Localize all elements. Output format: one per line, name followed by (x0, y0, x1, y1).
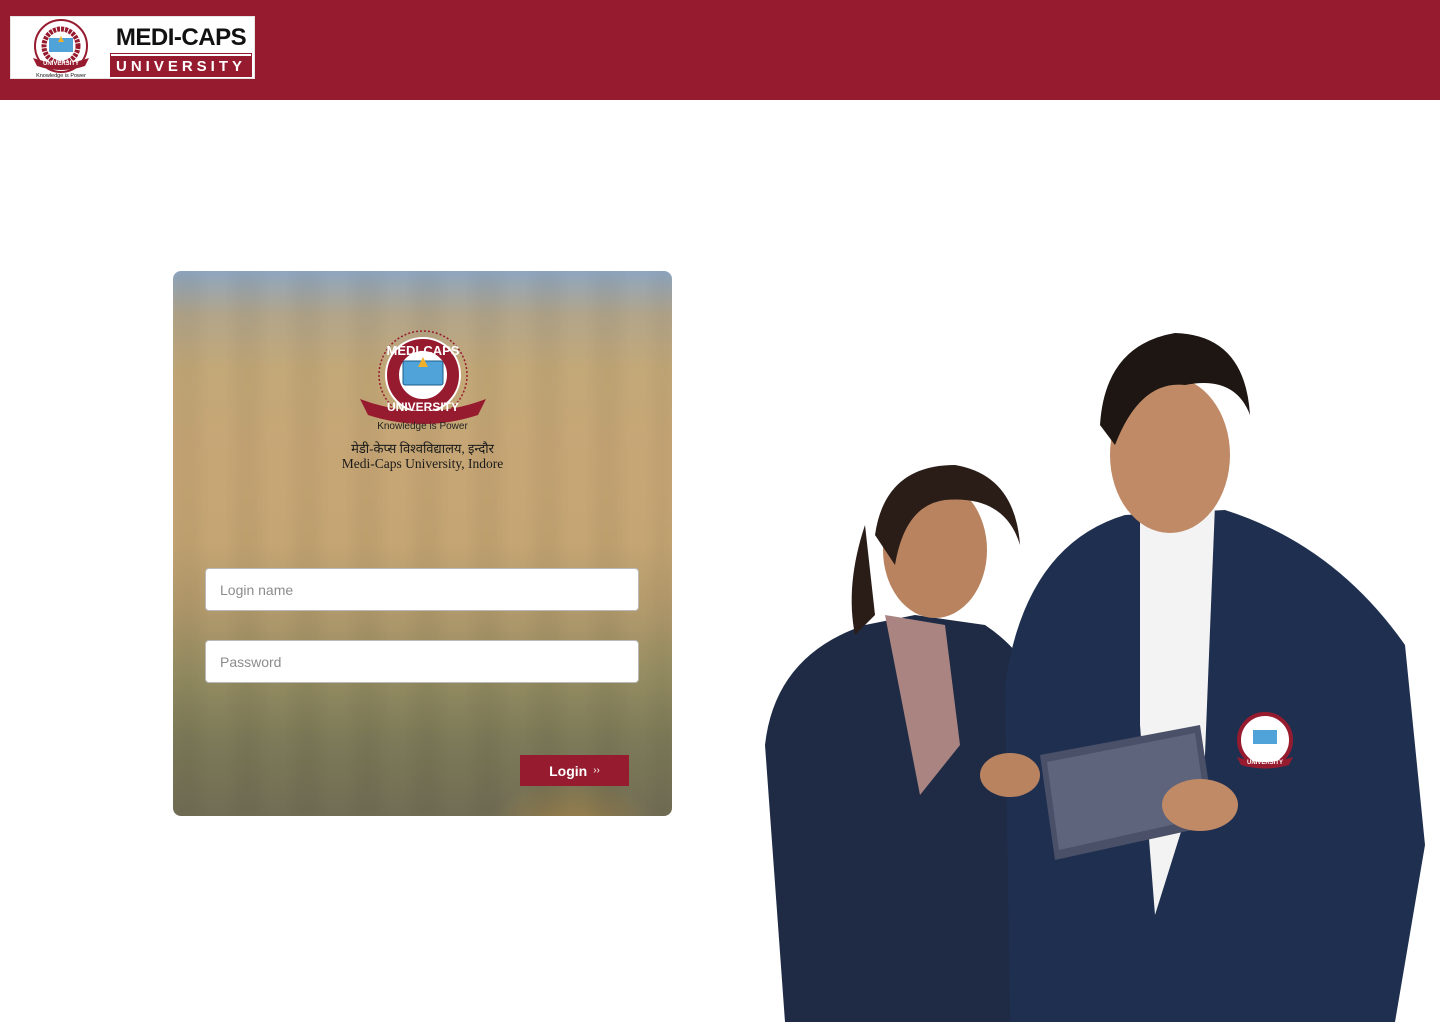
login-name-input[interactable] (205, 568, 639, 611)
login-button-label: Login (549, 762, 588, 779)
university-logo[interactable]: UNIVERSITY Knowledge is Power MEDI-CAPS … (10, 16, 255, 79)
login-card: MEDI-CAPS UNIVERSITY Knowledge is Power … (173, 271, 672, 816)
brand-subtitle: UNIVERSITY (110, 53, 252, 77)
university-name-english: Medi-Caps University, Indore (341, 456, 504, 471)
top-header-bar: UNIVERSITY Knowledge is Power MEDI-CAPS … (0, 0, 1440, 100)
login-button[interactable]: Login ›› (520, 755, 629, 786)
students-hero-image: UNIVERSITY (765, 333, 1425, 1022)
svg-text:UNIVERSITY: UNIVERSITY (387, 400, 459, 414)
university-name-hindi: मेडी-केप्स विश्वविद्यालय, इन्दौर (351, 441, 494, 456)
password-input[interactable] (205, 640, 639, 683)
double-chevron-right-icon: ›› (593, 765, 600, 776)
svg-text:UNIVERSITY: UNIVERSITY (1247, 760, 1283, 766)
brand-name: MEDI-CAPS (115, 24, 247, 51)
university-emblem-icon: MEDI-CAPS UNIVERSITY (360, 330, 486, 424)
emblem-tagline: Knowledge is Power (377, 421, 468, 432)
university-seal-icon: UNIVERSITY Knowledge is Power (33, 19, 89, 78)
svg-text:UNIVERSITY: UNIVERSITY (43, 61, 79, 67)
brand-tagline-text: Knowledge is Power (36, 73, 86, 78)
svg-text:MEDI-CAPS: MEDI-CAPS (387, 343, 460, 358)
